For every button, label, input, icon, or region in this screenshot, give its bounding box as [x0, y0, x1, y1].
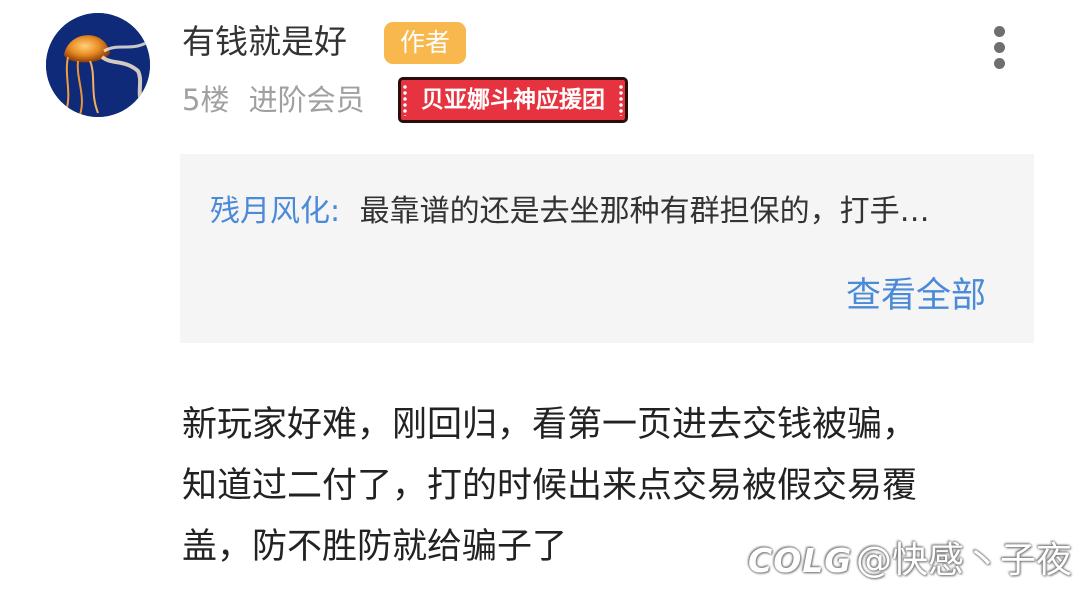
username[interactable]: 有钱就是好 — [182, 20, 347, 64]
author-badge: 作者 — [384, 22, 466, 64]
post-meta: 5楼 进阶会员 — [182, 80, 365, 120]
reply-text: 最靠谱的还是去坐那种有群担保的，打手… — [359, 194, 930, 229]
more-vertical-icon — [994, 26, 1005, 37]
avatar[interactable] — [46, 13, 150, 117]
post-body-line: 知道过二付了，打的时候出来点交易被假交易覆 — [182, 466, 918, 506]
reply-preview-line: 残月风化: 最靠谱的还是去坐那种有群担保的，打手… — [210, 191, 930, 233]
reply-author[interactable]: 残月风化: — [210, 194, 340, 229]
fan-group-badge[interactable]: 贝亚娜斗神应援团 — [398, 77, 628, 123]
view-all-link[interactable]: 查看全部 — [846, 272, 986, 320]
reply-preview[interactable]: 残月风化: 最靠谱的还是去坐那种有群担保的，打手… 查看全部 — [180, 154, 1034, 343]
colg-logo: COLG — [748, 541, 853, 580]
more-vertical-icon — [994, 58, 1005, 69]
member-level: 进阶会员 — [248, 83, 365, 117]
watermark-handle: @快感丶子夜 — [856, 540, 1073, 581]
more-vertical-icon — [994, 42, 1005, 53]
floor-number: 5楼 — [182, 83, 230, 117]
more-options-button[interactable] — [980, 22, 1020, 72]
post-body-line: 新玩家好难，刚回归，看第一页进去交钱被骗， — [182, 405, 918, 445]
